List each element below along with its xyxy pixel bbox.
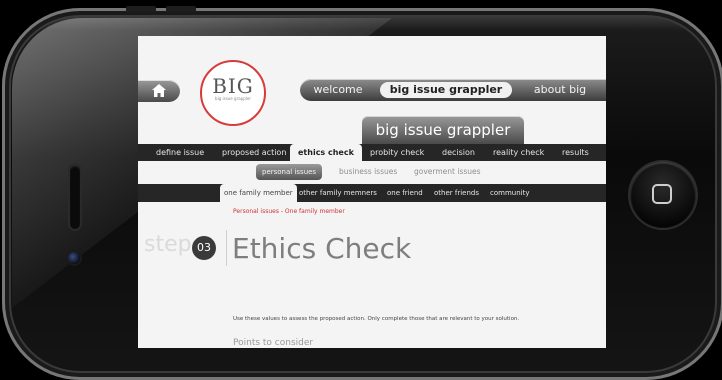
nav-welcome[interactable]: welcome <box>304 82 372 98</box>
tab-ethics-check[interactable]: ethics check <box>290 144 362 161</box>
front-camera <box>68 252 80 264</box>
tab-results[interactable]: results <box>562 144 589 161</box>
tab-proposed-action[interactable]: proposed action <box>222 144 286 161</box>
tab-reality-check[interactable]: reality check <box>493 144 544 161</box>
tab-other-family-members[interactable]: other family memners <box>299 184 377 202</box>
tab-one-family-member[interactable]: one family member <box>220 184 297 202</box>
tab-one-friend[interactable]: one friend <box>387 184 423 202</box>
top-nav: welcome big issue grappler about big <box>300 79 606 101</box>
nav-big-issue-grappler[interactable]: big issue grappler <box>380 82 512 98</box>
volume-up-button[interactable] <box>126 6 156 12</box>
home-icon <box>152 84 166 97</box>
relation-tabs: one family member other family memners o… <box>138 184 606 202</box>
tab-probity-check[interactable]: probity check <box>370 144 424 161</box>
screen: BIG big issue grappler welcome big issue… <box>138 36 606 348</box>
tab-goverment-issues[interactable]: goverment issues <box>414 164 481 180</box>
home-square-icon <box>652 184 672 204</box>
logo-text: BIG <box>212 74 254 98</box>
tab-community[interactable]: community <box>490 184 529 202</box>
tab-define-issue[interactable]: define issue <box>156 144 204 161</box>
section-title: big issue grappler <box>375 121 511 139</box>
process-tabs: define issue proposed action ethics chec… <box>138 144 606 161</box>
tab-personal-issues[interactable]: personal issues <box>256 164 323 180</box>
instructions-text: Use these values to assess the proposed … <box>233 316 520 322</box>
tab-business-issues[interactable]: business issues <box>339 164 397 180</box>
tab-decision[interactable]: decision <box>442 144 475 161</box>
volume-down-button[interactable] <box>166 6 196 12</box>
breadcrumb: Personal issues - One family member <box>233 208 345 215</box>
issue-tabs: personal issues business issues govermen… <box>138 164 606 180</box>
section-title-tab: big issue grappler <box>362 116 524 144</box>
nav-about-big[interactable]: about big <box>520 82 600 98</box>
step-label: step <box>144 232 192 257</box>
logo[interactable]: BIG big issue grappler <box>200 60 266 126</box>
home-button[interactable] <box>630 162 696 228</box>
page-title: Ethics Check <box>232 232 412 265</box>
speaker-grille <box>68 163 82 231</box>
home-nav-button[interactable] <box>138 80 180 102</box>
tab-other-friends[interactable]: other friends <box>434 184 479 202</box>
points-heading: Points to consider <box>233 338 314 348</box>
step-number-badge: 03 <box>192 236 216 260</box>
step-divider <box>226 230 227 266</box>
